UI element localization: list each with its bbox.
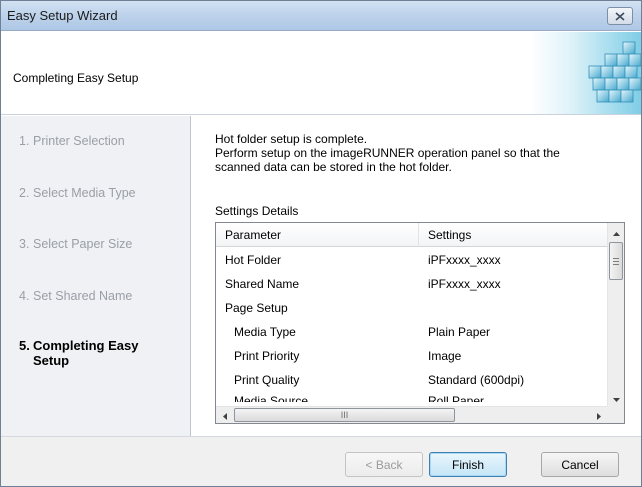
step-completing-easy-setup: 5. Completing Easy Setup [19, 338, 139, 368]
completion-message: Hot folder setup is complete. Perform se… [215, 132, 625, 174]
table-row[interactable]: Print Quality Standard (600dpi) [216, 368, 608, 392]
table-row[interactable]: Media Type Plain Paper [216, 320, 608, 344]
arrow-down-icon [613, 391, 620, 405]
table-row[interactable]: Print Priority Image [216, 344, 608, 368]
step-select-paper-size: 3. Select Paper Size [19, 237, 133, 251]
cancel-button[interactable]: Cancel [541, 452, 619, 477]
table-row[interactable]: Media Source Roll Paper [216, 392, 608, 402]
button-bar: < Back Finish Cancel [1, 436, 641, 486]
scroll-left-button[interactable] [216, 407, 233, 423]
wizard-window: Easy Setup Wizard Completing Easy Setup [0, 0, 642, 487]
settings-details-label: Settings Details [215, 204, 299, 218]
table-row[interactable]: Shared Name iPFxxxx_xxxx [216, 272, 608, 296]
arrow-left-icon [222, 409, 227, 423]
column-divider[interactable] [418, 223, 419, 247]
printer-blocks-graphic [531, 32, 641, 114]
title-bar: Easy Setup Wizard [1, 1, 641, 31]
table-row[interactable]: Page Setup [216, 296, 608, 320]
close-icon [615, 11, 625, 21]
message-line: Hot folder setup is complete. [215, 132, 368, 146]
column-header-settings[interactable]: Settings [428, 228, 471, 242]
scrollbar-corner [607, 406, 624, 423]
window-title: Easy Setup Wizard [7, 8, 118, 23]
scroll-right-button[interactable] [590, 407, 607, 423]
message-line: scanned data can be stored in the hot fo… [215, 160, 452, 174]
column-header-parameter[interactable]: Parameter [225, 228, 281, 242]
back-button[interactable]: < Back [345, 452, 423, 477]
vertical-scroll-thumb[interactable] [609, 242, 623, 280]
arrow-right-icon [596, 409, 601, 423]
step-set-shared-name: 4. Set Shared Name [19, 289, 133, 303]
close-button[interactable] [607, 7, 633, 25]
scroll-up-button[interactable] [608, 223, 624, 240]
vertical-scrollbar[interactable] [607, 223, 624, 406]
list-rows: Hot Folder iPFxxxx_xxxx Shared Name iPFx… [216, 248, 608, 402]
content-panel: Hot folder setup is complete. Perform se… [192, 116, 641, 436]
step-select-media-type: 2. Select Media Type [19, 186, 136, 200]
arrow-up-icon [613, 225, 620, 239]
wizard-header: Completing Easy Setup [1, 32, 641, 115]
settings-list[interactable]: Parameter Settings Hot Folder iPFxxxx_xx… [215, 222, 625, 424]
finish-button[interactable]: Finish [429, 452, 507, 477]
step-printer-selection: 1. Printer Selection [19, 134, 125, 148]
steps-sidebar: 1. Printer Selection 2. Select Media Type … [1, 116, 191, 436]
page-title: Completing Easy Setup [13, 71, 139, 85]
grip-icon: III [340, 410, 349, 420]
horizontal-scrollbar[interactable]: III [216, 406, 624, 423]
scroll-down-button[interactable] [608, 389, 624, 406]
message-line: Perform setup on the imageRUNNER operati… [215, 146, 560, 160]
horizontal-scroll-thumb[interactable]: III [234, 408, 455, 422]
list-header: Parameter Settings [216, 223, 608, 247]
table-row[interactable]: Hot Folder iPFxxxx_xxxx [216, 248, 608, 272]
grip-icon [613, 257, 619, 265]
